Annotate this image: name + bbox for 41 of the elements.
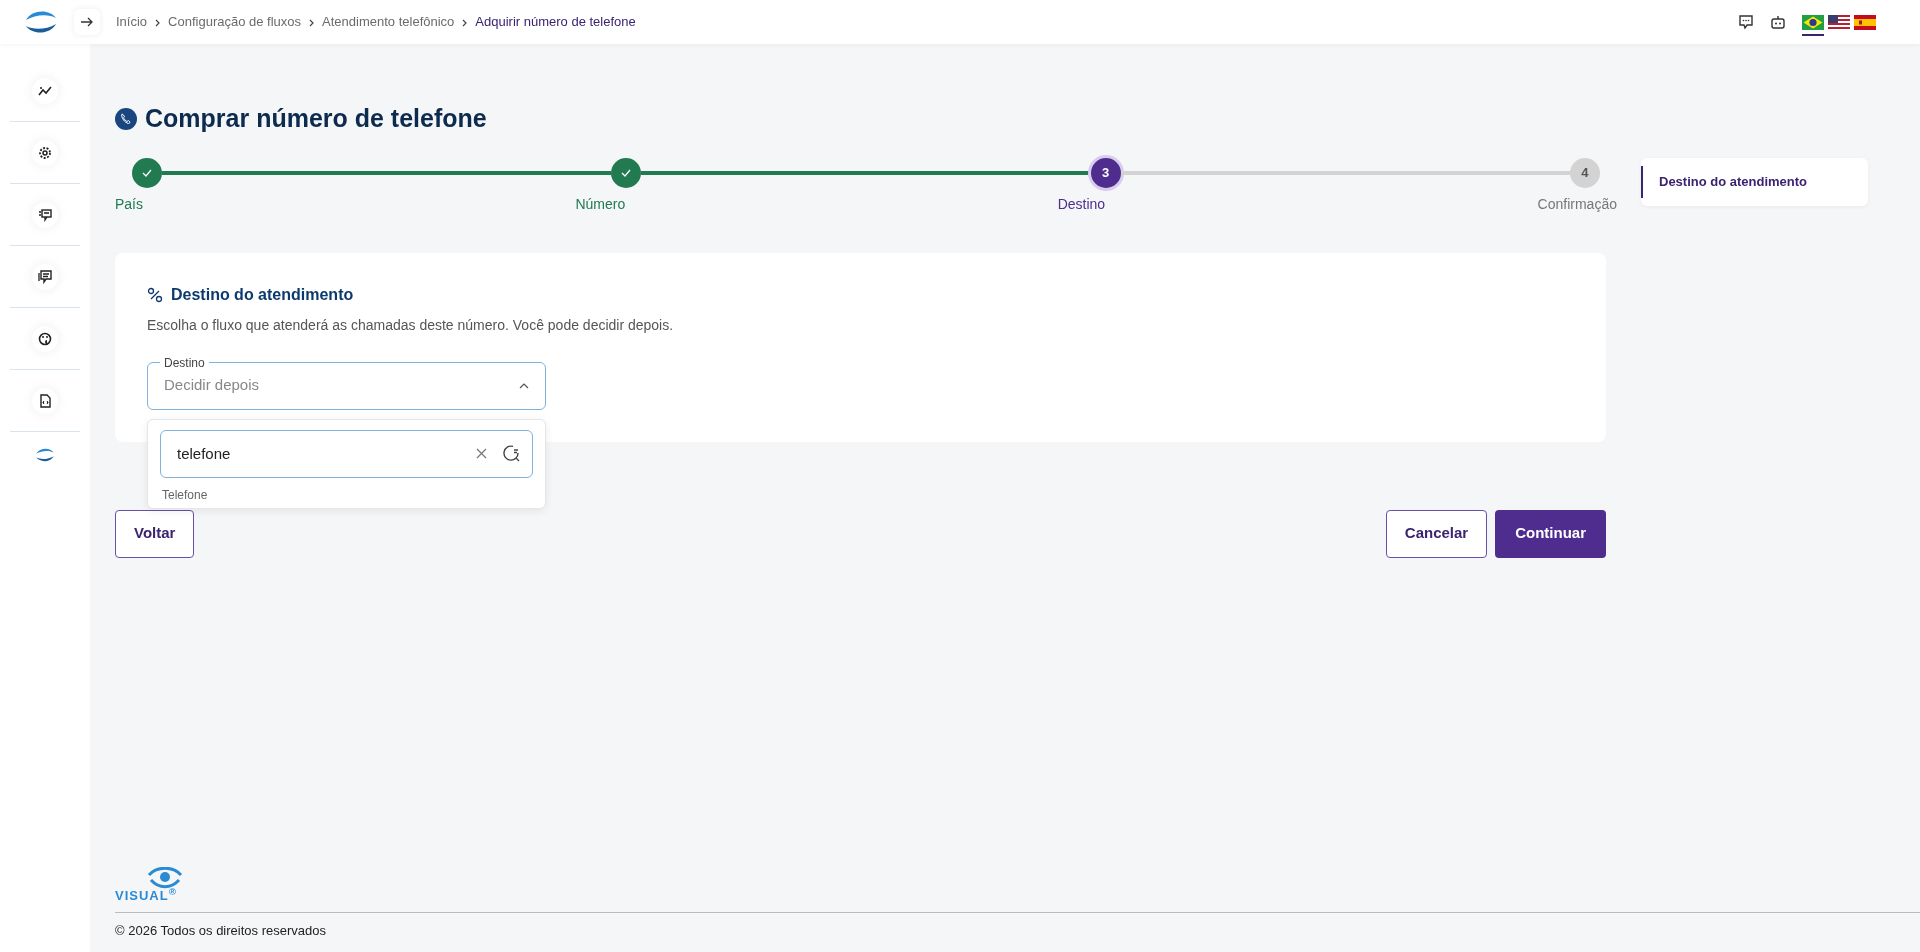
robot-icon[interactable] [1770,14,1786,30]
check-icon [142,168,152,177]
logo-icon[interactable] [24,10,58,34]
logo-icon[interactable] [34,448,56,462]
cancel-button[interactable]: Cancelar [1385,509,1488,558]
arrow-icon [80,16,94,28]
brand-logo-text: VISUAL$^{®}$ [115,888,177,902]
step-label: País [115,194,143,214]
palette-icon[interactable] [38,331,52,346]
breadcrumb-link[interactable]: Atendimento telefônico [322,12,455,32]
step-circle: 4 [1570,157,1600,188]
check-icon [621,168,632,177]
chevron-icon [462,18,468,27]
side-nav-link[interactable]: Destino do atendimento [1641,165,1868,198]
eye-logo-icon [147,866,183,889]
section-title: Destino do atendimento [171,284,354,305]
continue-button[interactable]: Continuar [1495,509,1606,558]
step-label: Confirmação [1537,194,1617,214]
chat-icon[interactable] [38,269,52,284]
dropdown-option[interactable]: Telefone [160,477,533,502]
message-list-icon[interactable] [38,207,52,222]
step-circle: 3 [1090,157,1121,188]
file-code-icon[interactable] [38,393,52,408]
chat-icon[interactable] [1738,14,1754,30]
breadcrumb-link[interactable]: Início [116,12,148,32]
step-label: Destino [1057,194,1106,214]
step-label: Número [575,194,626,214]
search-field[interactable]: telefone [160,429,533,478]
back-button[interactable]: Voltar [115,509,195,558]
expand-button[interactable] [74,9,100,35]
section-description: Escolha o fluxo que atenderá as chamadas deste número. Você pode decidir depois. [147,315,675,335]
phone-icon [115,107,137,130]
search-icon[interactable] [503,444,521,463]
clear-icon[interactable] [476,448,487,459]
chevron-icon [309,18,315,27]
language-flag-icon[interactable] [1802,14,1824,36]
copyright-text: © 2026 Todos os direitos reservados [115,921,327,940]
page-title: Comprar número de telefone [145,103,487,134]
breadcrumb-link[interactable]: Configuração de fluxos [168,12,302,32]
gear-icon[interactable] [38,145,52,160]
chevron-icon [155,18,161,27]
